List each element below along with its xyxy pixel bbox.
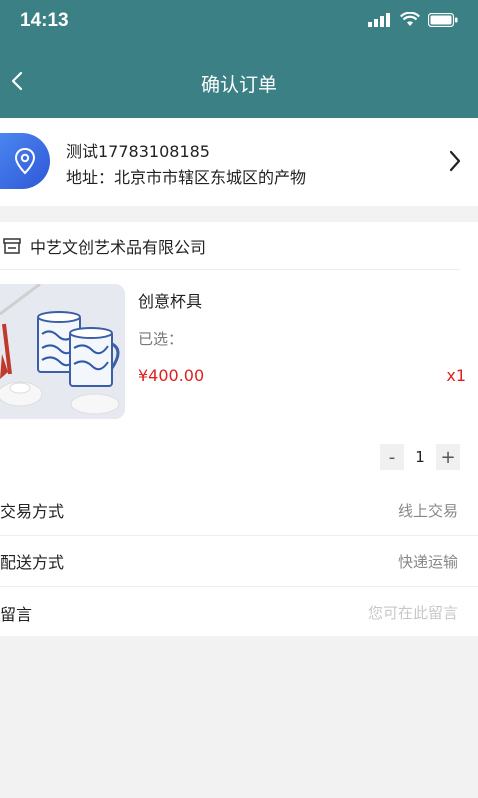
address-contact: 测试17783108185 [66, 142, 210, 161]
product-quantity: x1 [446, 366, 466, 385]
order-card: 中艺文创艺术品有限公司 创意杯具 已选： ¥400.00 x1 - 1 + 交易… [0, 222, 478, 636]
status-icons [368, 12, 458, 27]
message-row: 留言 [0, 587, 478, 638]
trade-method-row[interactable]: 交易方式 线上交易 [0, 485, 478, 536]
store-icon [2, 237, 22, 255]
page-title: 确认订单 [200, 74, 277, 96]
quantity-stepper: - 1 + [380, 444, 460, 470]
battery-icon [428, 12, 458, 27]
address-card[interactable]: 测试17783108185 地址：北京市市辖区东城区的产物 [0, 118, 478, 206]
wifi-icon [400, 12, 420, 26]
delivery-method-value: 快递运输 [397, 552, 458, 571]
status-time: 14:13 [20, 10, 69, 31]
location-icon [0, 133, 50, 189]
decrease-button[interactable]: - [380, 444, 404, 470]
increase-button[interactable]: + [436, 444, 460, 470]
message-input[interactable] [258, 603, 458, 622]
message-label: 留言 [0, 604, 33, 624]
product-price: ¥400.00 [138, 366, 205, 385]
product-title: 创意杯具 [138, 292, 203, 311]
delivery-method-label: 配送方式 [0, 553, 65, 572]
header-bar: 14:13 确认订单 [0, 0, 478, 118]
signal-icon [368, 12, 390, 27]
shop-row[interactable]: 中艺文创艺术品有限公司 [0, 222, 460, 270]
delivery-method-row[interactable]: 配送方式 快递运输 [0, 536, 478, 587]
trade-method-value: 线上交易 [397, 501, 458, 520]
product-image[interactable] [0, 284, 125, 419]
shop-name: 中艺文创艺术品有限公司 [30, 237, 207, 257]
product-spec: 已选： [138, 330, 184, 348]
trade-method-label: 交易方式 [0, 502, 65, 521]
address-detail: 地址：北京市市辖区东城区的产物 [66, 168, 307, 187]
quantity-value[interactable]: 1 [404, 444, 436, 470]
chevron-right-icon [448, 149, 462, 177]
